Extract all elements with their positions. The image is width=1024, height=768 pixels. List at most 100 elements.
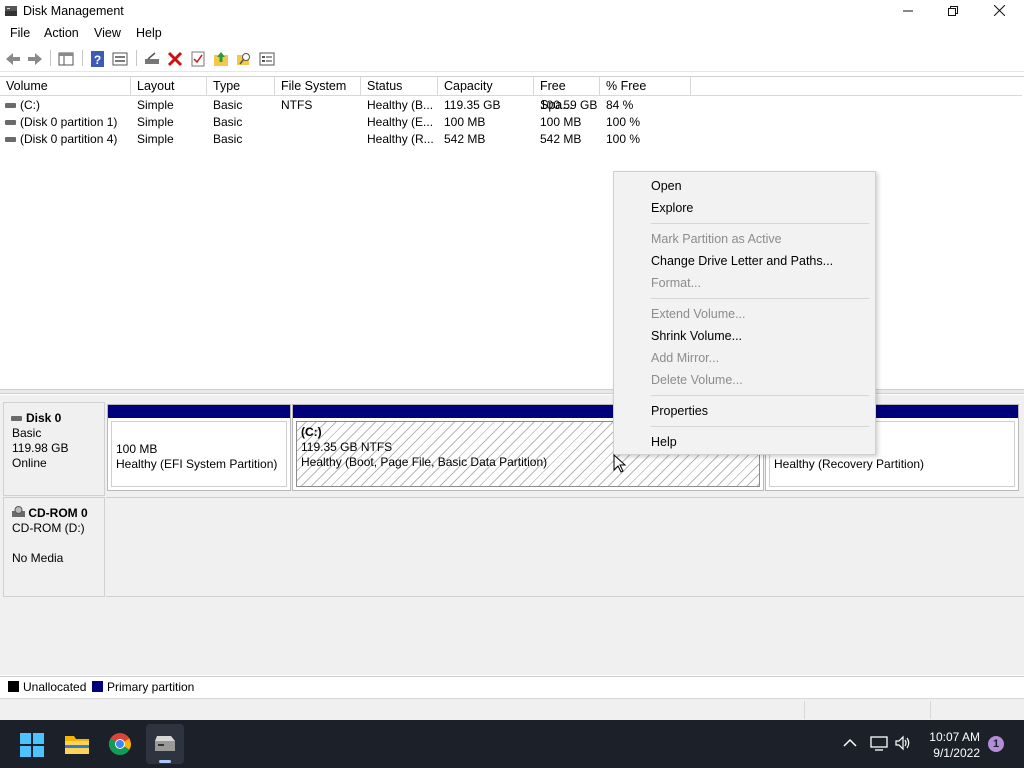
clock-button[interactable]: 10:07 AM 9/1/2022: [920, 725, 982, 765]
column-header-percent-free[interactable]: % Free: [600, 77, 691, 96]
back-button[interactable]: [3, 49, 23, 69]
free-space-cell: 100 MB: [540, 115, 582, 129]
capacity-cell: 119.35 GB: [444, 98, 501, 112]
column-header-volume[interactable]: Volume: [0, 77, 131, 96]
partition-bar: [108, 405, 290, 418]
status-separator: [930, 701, 931, 719]
delete-button[interactable]: [165, 49, 185, 69]
disk-type: CD-ROM (D:): [12, 521, 85, 535]
volume-button[interactable]: [894, 735, 912, 754]
chrome-button[interactable]: [108, 732, 132, 756]
disk-management-taskbar-button[interactable]: [146, 724, 184, 764]
help-button[interactable]: ?: [88, 49, 108, 69]
properties-view-button[interactable]: [110, 49, 130, 69]
svg-text:?: ?: [94, 53, 101, 67]
show-hidden-icons-button[interactable]: [843, 737, 857, 751]
connect-button[interactable]: [142, 49, 162, 69]
disk-name-text: Disk 0: [26, 411, 62, 425]
file-explorer-icon: [65, 736, 89, 754]
column-header-layout[interactable]: Layout: [131, 77, 207, 96]
mouse-cursor-icon: [613, 454, 627, 473]
clock-time: 10:07 AM: [929, 730, 980, 744]
cdrom-area: [106, 497, 1024, 597]
network-button[interactable]: [870, 735, 888, 754]
column-header-status[interactable]: Status: [361, 77, 438, 96]
cdrom-0-label[interactable]: CD-ROM 0 CD-ROM (D:) No Media: [3, 497, 105, 597]
column-header-file-system[interactable]: File System: [275, 77, 361, 96]
column-header-type[interactable]: Type: [207, 77, 275, 96]
status-cell: Healthy (E...: [367, 115, 434, 129]
menu-item-shrink-volume[interactable]: Shrink Volume...: [651, 329, 742, 343]
menu-item-properties[interactable]: Properties: [651, 404, 708, 418]
status-separator: [804, 701, 805, 719]
menu-item-format: Format...: [651, 276, 702, 290]
minimize-icon: [903, 10, 913, 12]
percent-free-cell: 100 %: [606, 115, 641, 129]
settings-list-icon: [259, 52, 275, 66]
legend-label-unallocated: Unallocated: [23, 680, 87, 694]
menu-item-explore[interactable]: Explore: [651, 201, 693, 215]
check-button[interactable]: [188, 49, 208, 69]
forward-button[interactable]: [25, 49, 45, 69]
menu-bar: File Action View Help: [0, 24, 1024, 44]
disk-name: Disk 0: [11, 411, 104, 426]
percent-free-cell: 84 %: [606, 98, 634, 112]
network-icon: [870, 736, 888, 751]
drive-icon: [5, 120, 16, 126]
settings-list-button[interactable]: [257, 49, 277, 69]
volume-cell: (Disk 0 partition 1): [0, 114, 131, 131]
column-header-capacity[interactable]: Capacity: [438, 77, 534, 96]
partition-efi[interactable]: 100 MB Healthy (EFI System Partition): [107, 404, 291, 491]
toolbar-separator: [50, 50, 51, 66]
partition-body: 100 MB Healthy (EFI System Partition): [111, 421, 287, 487]
partition-status: Healthy (EFI System Partition): [116, 457, 278, 471]
minimize-button[interactable]: [885, 0, 931, 24]
disk-0-label[interactable]: Disk 0 Basic 119.98 GB Online: [3, 402, 105, 496]
clock-date: 9/1/2022: [933, 746, 980, 760]
delete-x-icon: [167, 51, 183, 67]
chevron-up-icon: [843, 738, 857, 747]
menu-view[interactable]: View: [94, 26, 121, 40]
menu-file[interactable]: File: [10, 26, 30, 40]
type-cell: Basic: [213, 98, 243, 112]
toolbar-separator: [82, 50, 83, 66]
file-explorer-button[interactable]: [64, 732, 90, 756]
context-menu: Open Explore Mark Partition as Active Ch…: [613, 171, 876, 455]
disk-status: No Media: [12, 551, 64, 565]
menu-separator: [651, 223, 869, 224]
drive-icon: [5, 103, 16, 109]
disk-management-icon: [5, 6, 17, 16]
menu-item-delete-volume: Delete Volume...: [651, 373, 743, 387]
start-button[interactable]: [20, 733, 44, 757]
console-tree-button[interactable]: [56, 49, 76, 69]
chrome-icon: [109, 733, 131, 755]
menu-separator: [651, 298, 869, 299]
menu-action[interactable]: Action: [44, 26, 79, 40]
checklist-icon: [191, 51, 205, 67]
menu-item-help[interactable]: Help: [651, 435, 677, 449]
restore-icon: [948, 6, 958, 16]
up-folder-button[interactable]: [211, 49, 231, 69]
notification-badge[interactable]: 1: [988, 736, 1004, 752]
menu-item-change-drive-letter[interactable]: Change Drive Letter and Paths...: [651, 254, 833, 268]
layout-cell: Simple: [137, 132, 174, 146]
restore-button[interactable]: [930, 0, 976, 24]
type-cell: Basic: [213, 132, 243, 146]
menu-item-extend-volume: Extend Volume...: [651, 307, 746, 321]
legend-label-primary: Primary partition: [107, 680, 195, 694]
free-space-cell: 100.59 GB: [540, 98, 598, 112]
layout-cell: Simple: [137, 115, 174, 129]
disk-management-icon: [155, 736, 175, 751]
search-folder-button[interactable]: [234, 49, 254, 69]
menu-help[interactable]: Help: [136, 26, 162, 40]
partition-status: Healthy (Recovery Partition): [774, 457, 925, 471]
toolbar: ?: [0, 45, 1024, 72]
column-header-free-space[interactable]: Free Spa...: [534, 77, 600, 112]
close-button[interactable]: [976, 0, 1022, 24]
folder-up-icon: [214, 52, 228, 66]
folder-search-icon: [237, 53, 250, 65]
status-cell: Healthy (R...: [367, 132, 434, 146]
console-tree-icon: [58, 52, 74, 66]
cdrom-icon: [12, 506, 25, 517]
menu-item-open[interactable]: Open: [651, 179, 682, 193]
